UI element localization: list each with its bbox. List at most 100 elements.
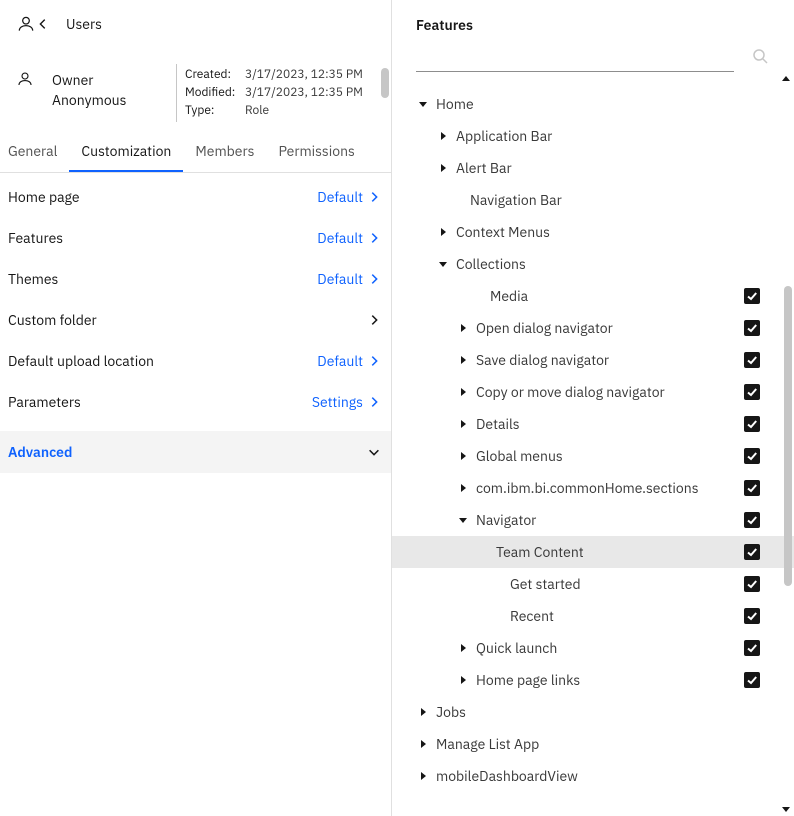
breadcrumb-title: Users	[66, 15, 102, 33]
row-default-upload[interactable]: Default upload location Default	[0, 341, 391, 382]
tab-general[interactable]: General	[8, 132, 69, 172]
tree-mobile-dashboard-view[interactable]: mobileDashboardView	[416, 760, 760, 792]
meta-modified-label: Modified:	[185, 84, 241, 102]
tree-collections[interactable]: Collections	[416, 248, 760, 280]
checkbox-icon[interactable]	[744, 480, 760, 496]
caret-right-icon[interactable]	[456, 643, 470, 653]
row-label: Default upload location	[8, 352, 154, 370]
row-custom-folder[interactable]: Custom folder	[0, 300, 391, 341]
meta-created-label: Created:	[185, 66, 241, 84]
breadcrumb: Users	[0, 0, 391, 40]
chevron-down-icon	[367, 445, 381, 459]
tree-alert-bar[interactable]: Alert Bar	[416, 152, 760, 184]
row-features[interactable]: Features Default	[0, 218, 391, 259]
caret-right-icon[interactable]	[456, 323, 470, 333]
caret-right-icon[interactable]	[416, 739, 430, 749]
tree-details[interactable]: Details	[416, 408, 760, 440]
checkbox-icon[interactable]	[744, 288, 760, 304]
tree-team-content[interactable]: Team Content	[392, 536, 794, 568]
tree-home-page-links[interactable]: Home page links	[416, 664, 760, 696]
chevron-right-icon	[367, 272, 381, 286]
tree-context-menus[interactable]: Context Menus	[416, 216, 760, 248]
tree-recent[interactable]: Recent	[416, 600, 760, 632]
tree-quick-launch[interactable]: Quick launch	[416, 632, 760, 664]
tab-customization[interactable]: Customization	[69, 132, 183, 172]
tree-common-home-sections[interactable]: com.ibm.bi.commonHome.sections	[416, 472, 760, 504]
checkbox-icon[interactable]	[744, 352, 760, 368]
checkbox-icon[interactable]	[744, 320, 760, 336]
meta-created-value: 3/17/2023, 12:35 PM	[241, 66, 363, 84]
scroll-down-icon[interactable]	[781, 804, 791, 814]
details-panel: Users Owner Anonymous Created: 3/17/2023…	[0, 0, 392, 816]
row-parameters[interactable]: Parameters Settings	[0, 382, 391, 423]
features-tree: Home Application Bar Alert Bar Navigatio…	[392, 72, 794, 800]
tab-members[interactable]: Members	[183, 132, 266, 172]
caret-right-icon[interactable]	[456, 419, 470, 429]
chevron-right-icon	[367, 395, 381, 409]
caret-right-icon[interactable]	[416, 771, 430, 781]
owner-metadata-row: Owner Anonymous Created: 3/17/2023, 12:3…	[0, 40, 391, 118]
caret-right-icon[interactable]	[456, 451, 470, 461]
owner-user-icon	[16, 70, 34, 88]
tree-copy-move[interactable]: Copy or move dialog navigator	[416, 376, 760, 408]
tree-open-dialog[interactable]: Open dialog navigator	[416, 312, 760, 344]
checkbox-icon[interactable]	[744, 448, 760, 464]
tree-get-started[interactable]: Get started	[416, 568, 760, 600]
caret-down-icon[interactable]	[436, 259, 450, 269]
checkbox-icon[interactable]	[744, 672, 760, 688]
checkbox-icon[interactable]	[744, 544, 760, 560]
row-value: Default	[317, 270, 363, 288]
tree-scrollbar[interactable]	[778, 72, 794, 816]
row-value: Default	[317, 352, 363, 370]
row-label: Advanced	[8, 443, 72, 461]
row-value: Settings	[312, 393, 363, 411]
caret-right-icon[interactable]	[456, 483, 470, 493]
tree-manage-list-app[interactable]: Manage List App	[416, 728, 760, 760]
features-panel: Features Home Application Bar Alert Bar	[392, 0, 794, 816]
tree-navigation-bar[interactable]: Navigation Bar	[416, 184, 760, 216]
scrollbar-thumb[interactable]	[784, 286, 792, 586]
row-label: Themes	[8, 270, 58, 288]
owner-name: Anonymous	[52, 90, 126, 110]
meta-type-value: Role	[241, 102, 269, 120]
caret-right-icon[interactable]	[436, 163, 450, 173]
caret-right-icon[interactable]	[436, 227, 450, 237]
features-title: Features	[416, 16, 776, 34]
caret-right-icon[interactable]	[456, 675, 470, 685]
tree-navigator[interactable]: Navigator	[416, 504, 760, 536]
tree-application-bar[interactable]: Application Bar	[416, 120, 760, 152]
caret-down-icon[interactable]	[416, 99, 430, 109]
checkbox-icon[interactable]	[744, 512, 760, 528]
tree-save-dialog[interactable]: Save dialog navigator	[416, 344, 760, 376]
tree-jobs[interactable]: Jobs	[416, 696, 760, 728]
checkbox-icon[interactable]	[744, 640, 760, 656]
tree-global-menus[interactable]: Global menus	[416, 440, 760, 472]
back-icon[interactable]	[36, 17, 50, 31]
scroll-up-icon[interactable]	[781, 74, 791, 84]
tree-media[interactable]: Media	[416, 280, 760, 312]
row-value: Default	[317, 229, 363, 247]
row-label: Home page	[8, 188, 80, 206]
row-themes[interactable]: Themes Default	[0, 259, 391, 300]
chevron-right-icon	[367, 190, 381, 204]
checkbox-icon[interactable]	[744, 576, 760, 592]
chevron-right-icon	[367, 231, 381, 245]
caret-right-icon[interactable]	[456, 387, 470, 397]
tabs: General Customization Members Permission…	[0, 132, 391, 173]
metadata: Created: 3/17/2023, 12:35 PM Modified: 3…	[176, 64, 363, 122]
caret-right-icon[interactable]	[416, 707, 430, 717]
tab-permissions[interactable]: Permissions	[266, 132, 366, 172]
checkbox-icon[interactable]	[744, 384, 760, 400]
scrollbar-thumb[interactable]	[381, 68, 389, 98]
caret-right-icon[interactable]	[456, 355, 470, 365]
row-home-page[interactable]: Home page Default	[0, 177, 391, 218]
search-icon[interactable]	[752, 48, 768, 68]
caret-down-icon[interactable]	[456, 515, 470, 525]
checkbox-icon[interactable]	[744, 608, 760, 624]
tree-home[interactable]: Home	[416, 88, 760, 120]
checkbox-icon[interactable]	[744, 416, 760, 432]
row-advanced[interactable]: Advanced	[0, 431, 391, 473]
row-label: Custom folder	[8, 311, 97, 329]
caret-right-icon[interactable]	[436, 131, 450, 141]
row-label: Parameters	[8, 393, 81, 411]
